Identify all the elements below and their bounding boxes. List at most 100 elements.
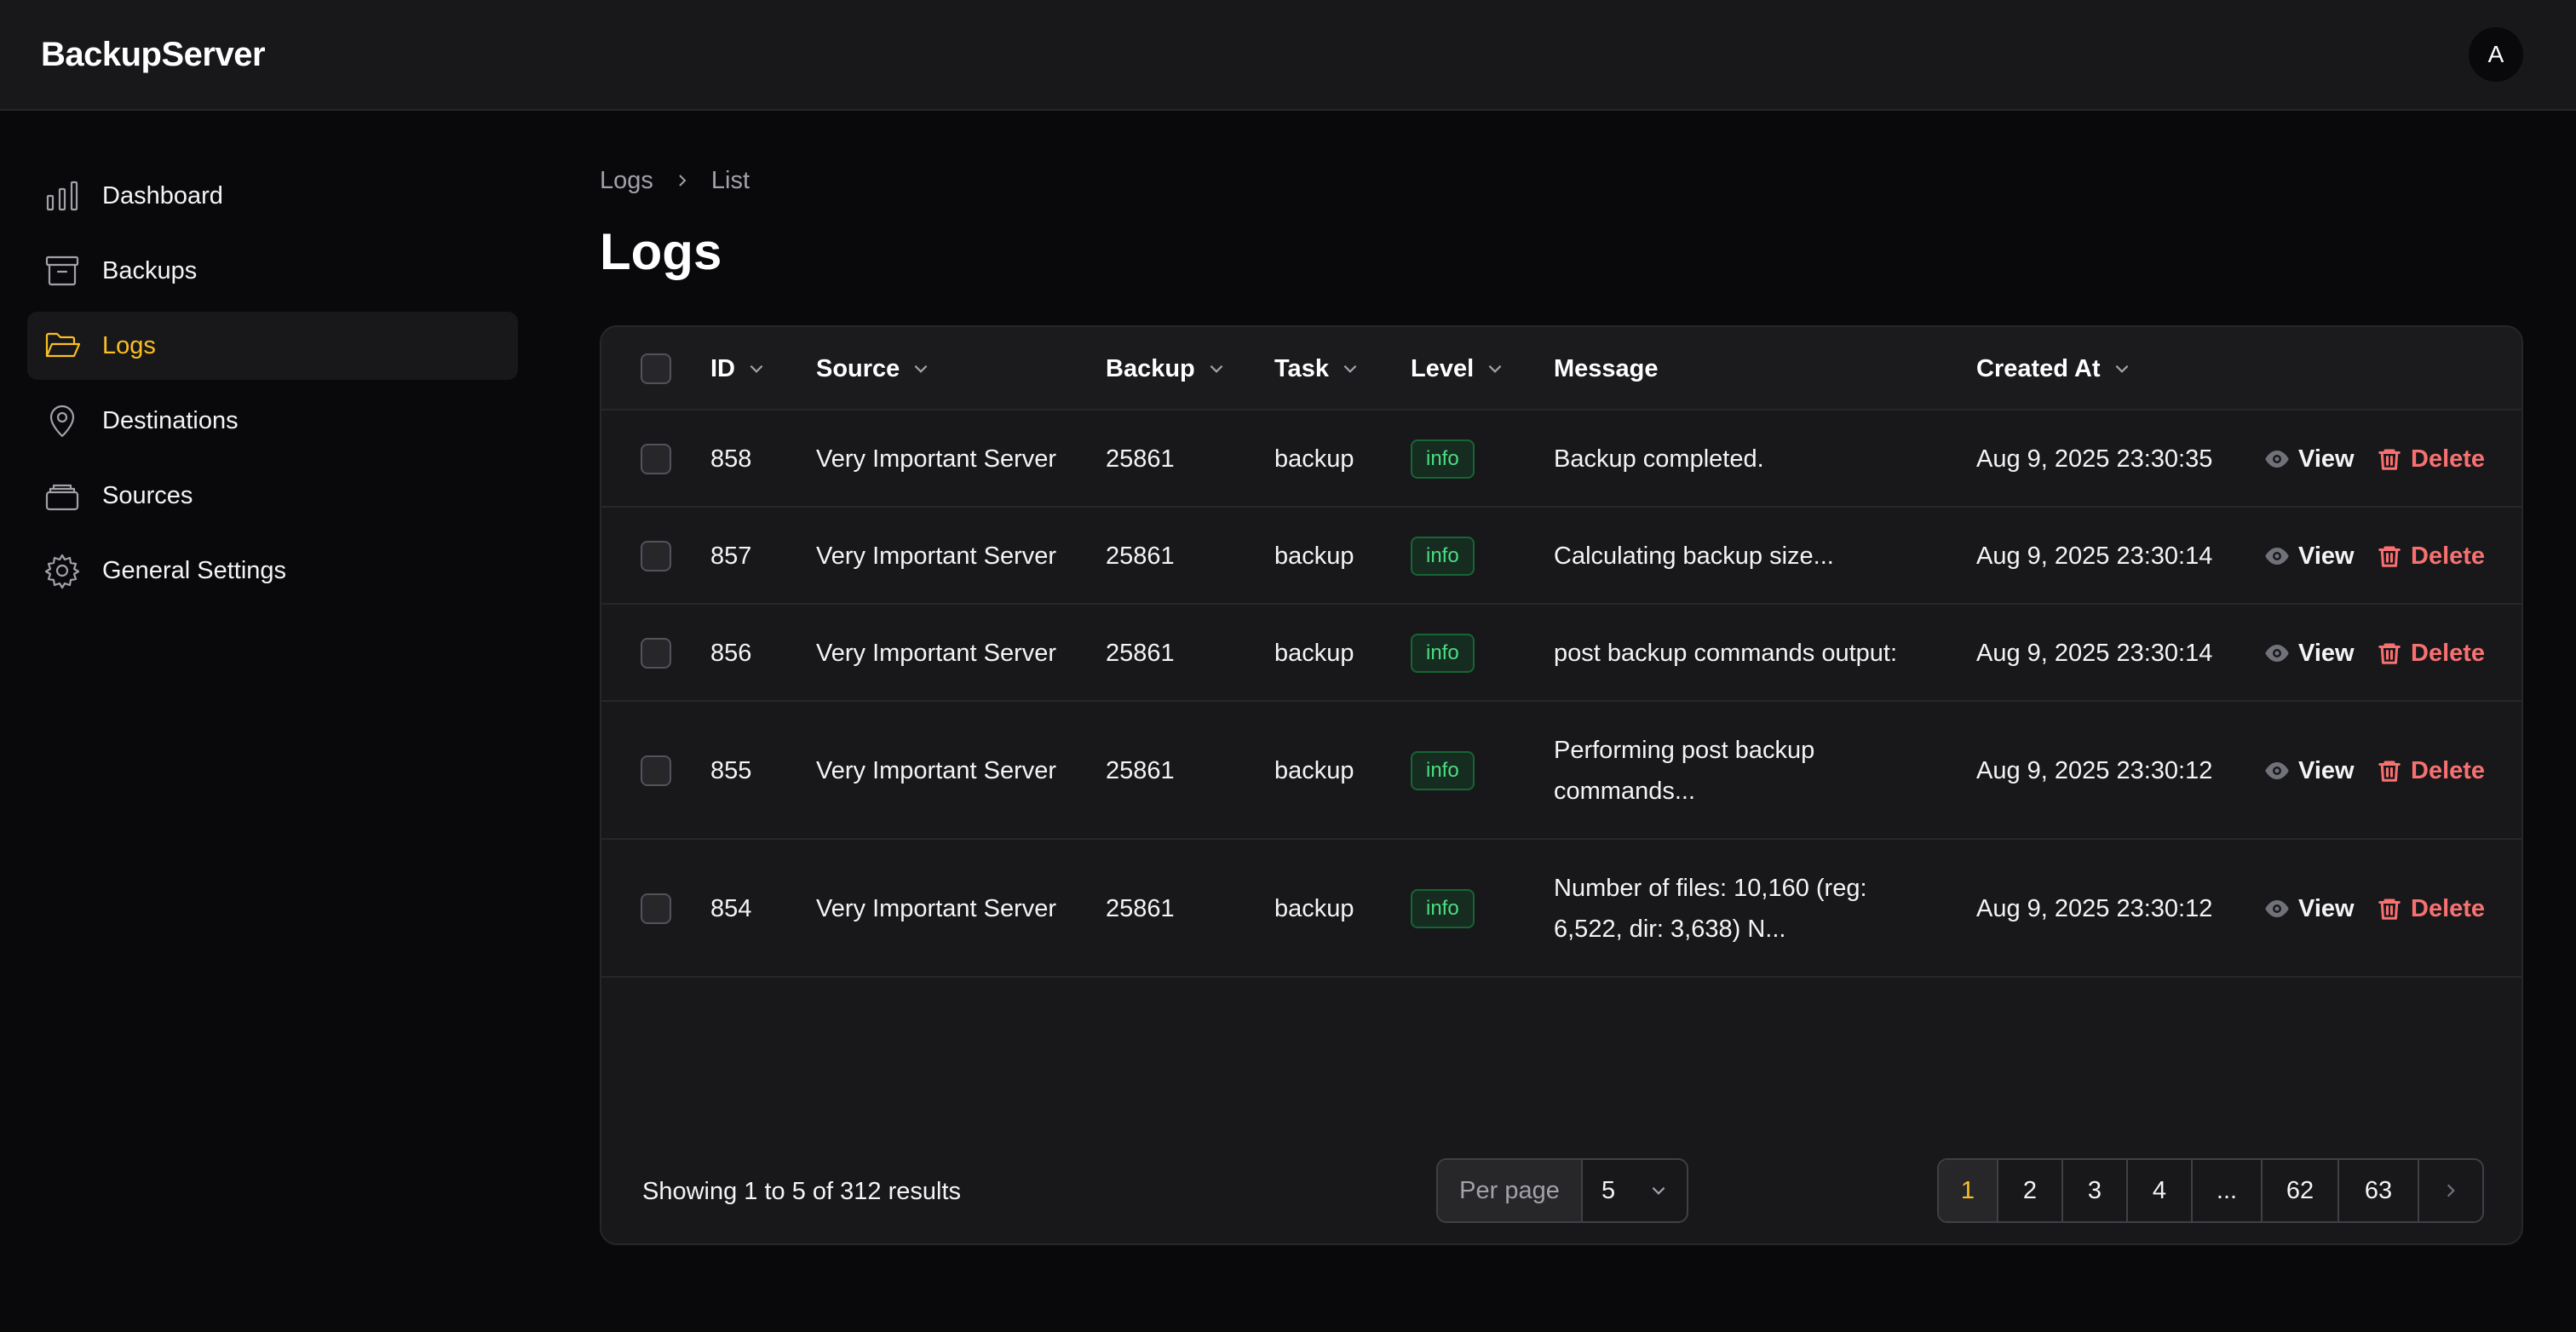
table-row[interactable]: 857 Very Important Server 25861 backup i… — [601, 508, 2521, 605]
sidebar-item-label: Dashboard — [102, 181, 223, 210]
sidebar: Dashboard Backups Logs Destinations Sources G… — [27, 162, 518, 611]
cell-task: backup — [1274, 639, 1354, 667]
delete-button[interactable]: Delete — [2377, 539, 2485, 573]
delete-button[interactable]: Delete — [2377, 442, 2485, 476]
view-button[interactable]: View — [2264, 539, 2355, 573]
table-row[interactable]: 856 Very Important Server 25861 backup i… — [601, 605, 2521, 702]
view-button[interactable]: View — [2264, 636, 2355, 670]
row-checkbox[interactable] — [641, 638, 671, 669]
column-header-message: Message — [1554, 354, 1659, 382]
sidebar-item-sources[interactable]: Sources — [27, 462, 518, 530]
level-badge: info — [1411, 751, 1475, 790]
cell-id: 858 — [710, 445, 752, 473]
breadcrumb-current: List — [710, 166, 750, 194]
column-header-task[interactable]: Task — [1274, 327, 1360, 411]
table-row[interactable]: 855 Very Important Server 25861 backup i… — [601, 702, 2521, 840]
chevron-down-icon — [914, 365, 928, 373]
message-line: Number of files: 10,160 (reg: — [1554, 875, 1867, 902]
message-line: commands... — [1554, 778, 1695, 805]
cell-message: Performing post backup commands... — [1554, 730, 1929, 812]
column-header-created-at[interactable]: Created At — [1976, 327, 2131, 411]
level-badge: info — [1411, 439, 1475, 479]
column-header-level[interactable]: Level — [1411, 327, 1504, 411]
chevron-down-icon — [1652, 1186, 1665, 1195]
cell-source: Very Important Server — [816, 542, 1057, 570]
cell-source: Very Important Server — [816, 894, 1057, 922]
chevron-down-icon — [1343, 365, 1357, 373]
table-row[interactable]: 858 Very Important Server 25861 backup i… — [601, 411, 2521, 508]
next-page-button[interactable] — [2419, 1160, 2482, 1221]
delete-button[interactable]: Delete — [2377, 892, 2485, 926]
archive-icon — [43, 251, 82, 290]
view-button[interactable]: View — [2264, 754, 2355, 788]
message-line: Backup completed. — [1554, 445, 1764, 473]
map-pin-icon — [43, 401, 82, 440]
page-button-1[interactable]: 1 — [1939, 1160, 1998, 1221]
cell-created-at: Aug 9, 2025 23:30:14 — [1976, 639, 2213, 667]
cell-created-at: Aug 9, 2025 23:30:35 — [1976, 445, 2213, 473]
sidebar-item-dashboard[interactable]: Dashboard — [27, 162, 518, 230]
delete-button[interactable]: Delete — [2377, 754, 2485, 788]
cell-source: Very Important Server — [816, 756, 1057, 784]
row-checkbox[interactable] — [641, 755, 671, 786]
chevron-right-icon — [679, 175, 687, 187]
cell-source: Very Important Server — [816, 445, 1057, 473]
eye-icon — [2265, 762, 2289, 779]
level-badge: info — [1411, 537, 1475, 576]
per-page-select[interactable]: Per page 5 — [1436, 1158, 1688, 1223]
cell-backup: 25861 — [1106, 894, 1175, 922]
level-badge: info — [1411, 889, 1475, 928]
eye-icon — [2265, 900, 2289, 917]
brand-logo[interactable]: BackupServer — [41, 36, 266, 74]
page-button-63[interactable]: 63 — [2339, 1160, 2419, 1221]
page-button-4[interactable]: 4 — [2128, 1160, 2193, 1221]
column-header-source[interactable]: Source — [816, 327, 930, 411]
page-button-62[interactable]: 62 — [2263, 1160, 2339, 1221]
sidebar-item-label: Backups — [102, 256, 198, 284]
cell-created-at: Aug 9, 2025 23:30:14 — [1976, 542, 2213, 570]
breadcrumb: Logs List — [600, 162, 2523, 199]
message-line: Calculating backup size... — [1554, 543, 1834, 570]
eye-icon — [2265, 548, 2289, 565]
avatar[interactable]: A — [2469, 27, 2523, 82]
message-line: 6,522, dir: 3,638) N... — [1554, 916, 1786, 943]
table-row[interactable]: 854 Very Important Server 25861 backup i… — [601, 840, 2521, 978]
cell-created-at: Aug 9, 2025 23:30:12 — [1976, 894, 2213, 922]
row-checkbox[interactable] — [641, 541, 671, 571]
sidebar-item-label: Destinations — [102, 406, 239, 434]
cell-task: backup — [1274, 445, 1354, 473]
pagination-ellipsis: ... — [2193, 1160, 2263, 1221]
cell-backup: 25861 — [1106, 542, 1175, 570]
delete-button[interactable]: Delete — [2377, 636, 2485, 670]
page-button-2[interactable]: 2 — [1998, 1160, 2063, 1221]
per-page-dropdown[interactable]: 5 — [1583, 1160, 1687, 1221]
page-button-3[interactable]: 3 — [2063, 1160, 2128, 1221]
trash-icon — [2378, 899, 2401, 920]
top-bar: BackupServer A — [0, 0, 2576, 111]
sidebar-item-general-settings[interactable]: General Settings — [27, 537, 518, 605]
cell-message: Number of files: 10,160 (reg: 6,522, dir:… — [1554, 868, 1929, 950]
view-button[interactable]: View — [2264, 892, 2355, 926]
select-all-checkbox[interactable] — [641, 353, 671, 384]
pagination: 1 2 3 4... 62 63 — [1937, 1158, 2484, 1223]
cell-task: backup — [1274, 756, 1354, 784]
column-header-backup[interactable]: Backup — [1106, 327, 1226, 411]
trash-icon — [2378, 449, 2401, 470]
sidebar-item-backups[interactable]: Backups — [27, 237, 518, 305]
view-button[interactable]: View — [2264, 442, 2355, 476]
trash-icon — [2378, 761, 2401, 782]
main-content: Logs List Logs ID Source Backup Task Lev… — [600, 162, 2523, 1245]
sidebar-item-logs[interactable]: Logs — [27, 312, 518, 380]
cell-backup: 25861 — [1106, 639, 1175, 667]
breadcrumb-parent[interactable]: Logs — [600, 167, 653, 195]
chevron-down-icon — [750, 365, 763, 373]
sidebar-item-destinations[interactable]: Destinations — [27, 387, 518, 455]
row-checkbox[interactable] — [641, 444, 671, 474]
column-header-id[interactable]: ID — [710, 327, 766, 411]
stack-icon — [43, 476, 82, 515]
row-checkbox[interactable] — [641, 893, 671, 924]
sidebar-item-label: Sources — [102, 481, 193, 509]
cell-id: 855 — [710, 756, 752, 784]
chevron-down-icon — [2115, 365, 2128, 373]
eye-icon — [2265, 451, 2289, 468]
